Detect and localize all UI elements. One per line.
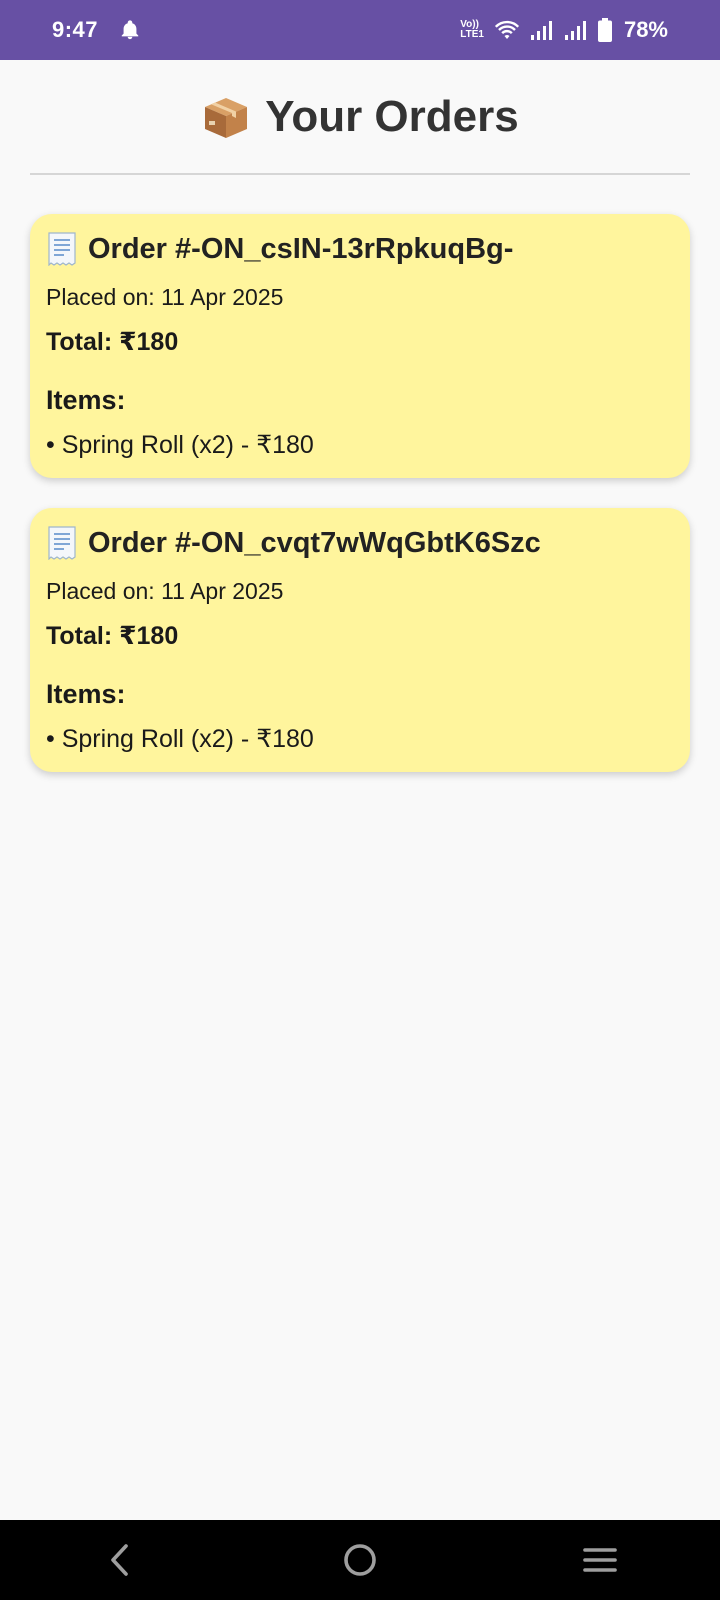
order-date: Placed on: 11 Apr 2025 (46, 578, 284, 604)
page-title-row: Your Orders (201, 91, 519, 142)
page-title: Your Orders (265, 91, 519, 141)
status-icons: Vo)) LTE1 78% (460, 17, 668, 43)
order-item: • Spring Roll (x2) - ₹180 (46, 725, 314, 753)
signal-icon (564, 19, 588, 41)
battery-percent: 78% (623, 17, 668, 42)
order-items-heading: Items: (46, 385, 126, 415)
order-total: Total: ₹180 (46, 622, 179, 650)
order-card[interactable]: Order #-ON_csIN-13rRpkuqBg- Placed on: 1… (30, 214, 690, 478)
page-header: Your Orders (30, 60, 690, 175)
orders-list: Order #-ON_csIN-13rRpkuqBg- Placed on: 1… (30, 214, 690, 802)
status-time: 9:47 (52, 17, 99, 42)
package-icon (201, 92, 251, 142)
order-total: Total: ₹180 (46, 328, 179, 356)
home-icon (344, 1544, 376, 1576)
wifi-icon (494, 19, 520, 41)
lte-label: LTE1 (460, 29, 484, 40)
order-title-row: Order #-ON_csIN-13rRpkuqBg- (46, 232, 674, 266)
volte-icon: Vo)) LTE1 (460, 20, 484, 40)
order-title-row: Order #-ON_cvqt7wWqGbtK6Szc (46, 526, 674, 560)
order-id: Order #-ON_csIN-13rRpkuqBg- (88, 232, 514, 265)
receipt-icon (46, 232, 78, 266)
battery-icon (597, 18, 612, 42)
back-icon (111, 1544, 128, 1576)
back-button[interactable] (80, 1520, 160, 1600)
status-bar: 9:47 Vo)) LTE1 78% (0, 0, 720, 60)
order-item: • Spring Roll (x2) - ₹180 (46, 431, 314, 459)
bell-icon (118, 18, 142, 42)
order-items-heading: Items: (46, 679, 126, 709)
recents-icon (583, 1548, 617, 1572)
order-date: Placed on: 11 Apr 2025 (46, 284, 284, 310)
recents-button[interactable] (560, 1520, 640, 1600)
order-card[interactable]: Order #-ON_cvqt7wWqGbtK6Szc Placed on: 1… (30, 508, 690, 772)
receipt-icon (46, 526, 78, 560)
home-button[interactable] (320, 1520, 400, 1600)
signal-icon (530, 19, 554, 41)
navigation-bar (0, 1520, 720, 1600)
order-id: Order #-ON_cvqt7wWqGbtK6Szc (88, 526, 541, 559)
